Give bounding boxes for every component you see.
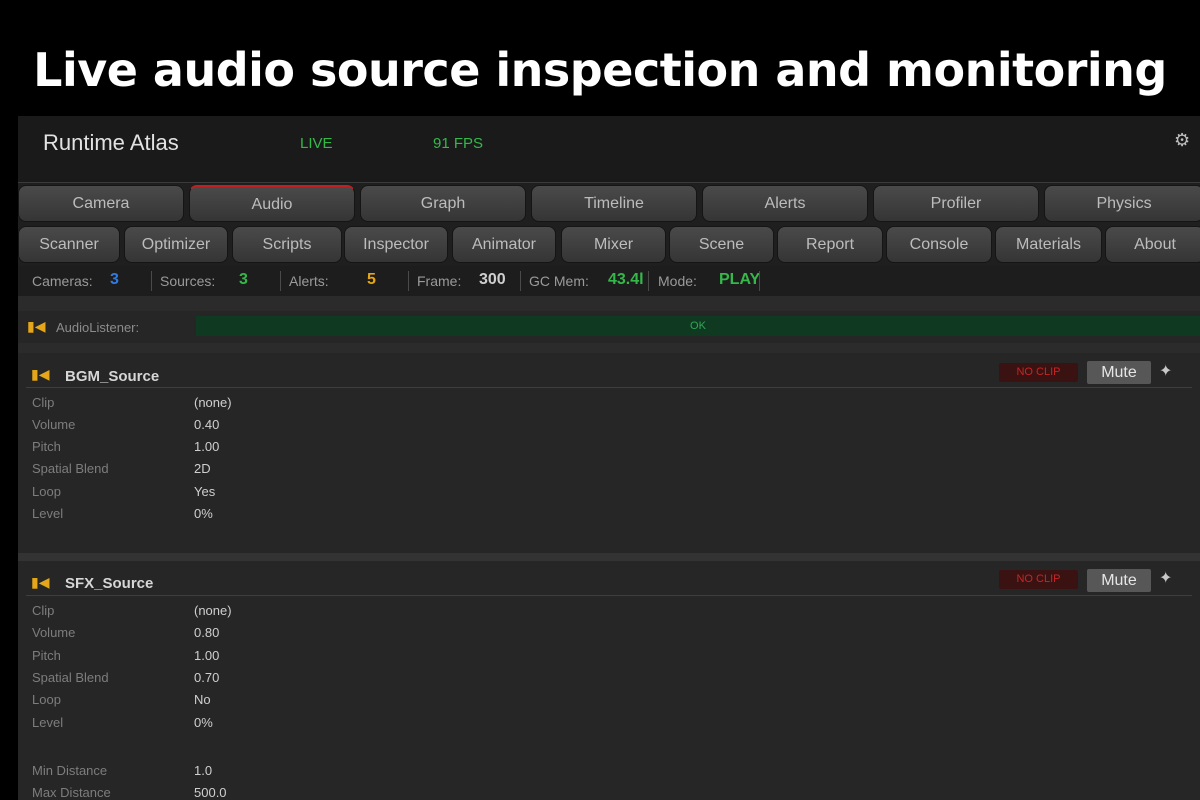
live-indicator: LIVE <box>300 135 333 152</box>
prop-label-spatial-blend: Spatial Blend <box>32 670 109 685</box>
mode-value: PLAY <box>719 271 761 288</box>
prop-label-spatial-blend: Spatial Blend <box>32 461 109 476</box>
speaker-icon: ▮◀ <box>31 574 50 590</box>
tab-report[interactable]: Report <box>777 226 883 263</box>
tab-optimizer[interactable]: Optimizer <box>124 226 228 263</box>
prop-label-loop: Loop <box>32 692 61 707</box>
prop-label-volume: Volume <box>32 625 76 640</box>
stats-separator <box>759 271 760 291</box>
tab-inspector[interactable]: Inspector <box>344 226 448 263</box>
gear-icon[interactable]: ⚙ <box>1174 130 1190 151</box>
prop-label-min-distance: Min Distance <box>32 763 108 778</box>
source-name: SFX_Source <box>65 575 154 592</box>
prop-value-loop: No <box>194 692 211 707</box>
audio-listener-status: OK <box>196 316 1200 336</box>
source-name: BGM_Source <box>65 368 160 385</box>
cameras-label: Cameras: <box>32 273 93 289</box>
speaker-icon: ▮◀ <box>27 318 46 334</box>
tab-row-secondary: Scanner Optimizer Scripts Inspector Anim… <box>18 224 1200 266</box>
prop-value-volume: 0.40 <box>194 417 220 432</box>
alerts-label: Alerts: <box>289 273 329 289</box>
speaker-icon: ▮◀ <box>31 366 50 382</box>
tab-profiler[interactable]: Profiler <box>873 185 1039 222</box>
stats-separator <box>648 271 649 291</box>
prop-label-loop: Loop <box>32 484 61 499</box>
audio-listener-row: ▮◀ AudioListener: OK <box>18 311 1200 343</box>
runtime-atlas-window: Runtime Atlas LIVE 91 FPS ⚙ Camera Audio… <box>18 116 1200 800</box>
tab-physics[interactable]: Physics <box>1044 185 1200 222</box>
prop-value-level: 0% <box>194 715 213 730</box>
prop-label-max-distance: Max Distance <box>32 785 111 800</box>
mode-label: Mode: <box>658 273 697 289</box>
tab-materials[interactable]: Materials <box>995 226 1102 263</box>
frame-value: 300 <box>479 271 506 288</box>
tab-animator[interactable]: Animator <box>452 226 556 263</box>
app-title: Runtime Atlas <box>43 130 179 155</box>
tab-scene[interactable]: Scene <box>669 226 774 263</box>
tab-timeline[interactable]: Timeline <box>531 185 697 222</box>
cameras-value: 3 <box>110 271 119 288</box>
stats-bar: Cameras: 3 Sources: 3 Alerts: 5 Frame: 3… <box>18 266 1200 296</box>
prop-value-clip: (none) <box>194 395 232 410</box>
prop-value-clip: (none) <box>194 603 232 618</box>
prop-value-level: 0% <box>194 506 213 521</box>
prop-value-max-distance: 500.0 <box>194 785 227 800</box>
frame-label: Frame: <box>417 273 462 289</box>
panel-divider-line <box>26 595 1192 596</box>
prop-label-clip: Clip <box>32 603 55 618</box>
audio-source-panel: ▮◀ SFX_Source NO CLIP Mute ✦ Clip (none)… <box>18 561 1200 800</box>
prop-label-level: Level <box>32 715 64 730</box>
tab-camera[interactable]: Camera <box>18 185 184 222</box>
stats-separator <box>408 271 409 291</box>
audio-source-panel: ▮◀ BGM_Source NO CLIP Mute ✦ Clip (none)… <box>18 353 1200 553</box>
tab-console[interactable]: Console <box>886 226 992 263</box>
tab-audio[interactable]: Audio <box>189 185 355 222</box>
prop-label-level: Level <box>32 506 64 521</box>
tab-mixer[interactable]: Mixer <box>561 226 666 263</box>
prop-label-volume: Volume <box>32 417 76 432</box>
sources-label: Sources: <box>160 273 216 289</box>
prop-value-loop: Yes <box>194 484 216 499</box>
tab-about[interactable]: About <box>1105 226 1200 263</box>
tab-scripts[interactable]: Scripts <box>232 226 342 263</box>
mute-button[interactable]: Mute <box>1087 361 1151 384</box>
prop-value-pitch: 1.00 <box>194 439 220 454</box>
tab-graph[interactable]: Graph <box>360 185 526 222</box>
prop-value-spatial-blend: 0.70 <box>194 670 220 685</box>
no-clip-badge: NO CLIP <box>999 570 1078 589</box>
panel-separator <box>18 553 1200 561</box>
gc-mem-value: 43.4l <box>608 271 644 288</box>
stats-separator <box>151 271 152 291</box>
prop-label-pitch: Pitch <box>32 439 61 454</box>
prop-value-min-distance: 1.0 <box>194 763 213 778</box>
stats-separator <box>280 271 281 291</box>
prop-value-volume: 0.80 <box>194 625 220 640</box>
audio-listener-label: AudioListener: <box>56 320 140 335</box>
panel-divider-line <box>26 387 1192 388</box>
tab-alerts[interactable]: Alerts <box>702 185 868 222</box>
sources-value: 3 <box>239 271 248 288</box>
tab-row-primary: Camera Audio Graph Timeline Alerts Profi… <box>18 182 1200 225</box>
prop-value-spatial-blend: 2D <box>194 461 211 476</box>
fps-counter: 91 FPS <box>433 135 484 152</box>
prop-label-clip: Clip <box>32 395 55 410</box>
stats-separator <box>520 271 521 291</box>
page-headline: Live audio source inspection and monitor… <box>33 43 1167 97</box>
pin-icon[interactable]: ✦ <box>1159 361 1172 381</box>
prop-label-pitch: Pitch <box>32 648 61 663</box>
no-clip-badge: NO CLIP <box>999 363 1078 382</box>
prop-value-pitch: 1.00 <box>194 648 220 663</box>
mute-button[interactable]: Mute <box>1087 569 1151 592</box>
pin-icon[interactable]: ✦ <box>1159 568 1172 588</box>
tab-scanner[interactable]: Scanner <box>18 226 120 263</box>
gc-mem-label: GC Mem: <box>529 273 589 289</box>
alerts-value: 5 <box>367 271 376 288</box>
title-bar: Runtime Atlas LIVE 91 FPS ⚙ <box>18 116 1200 182</box>
